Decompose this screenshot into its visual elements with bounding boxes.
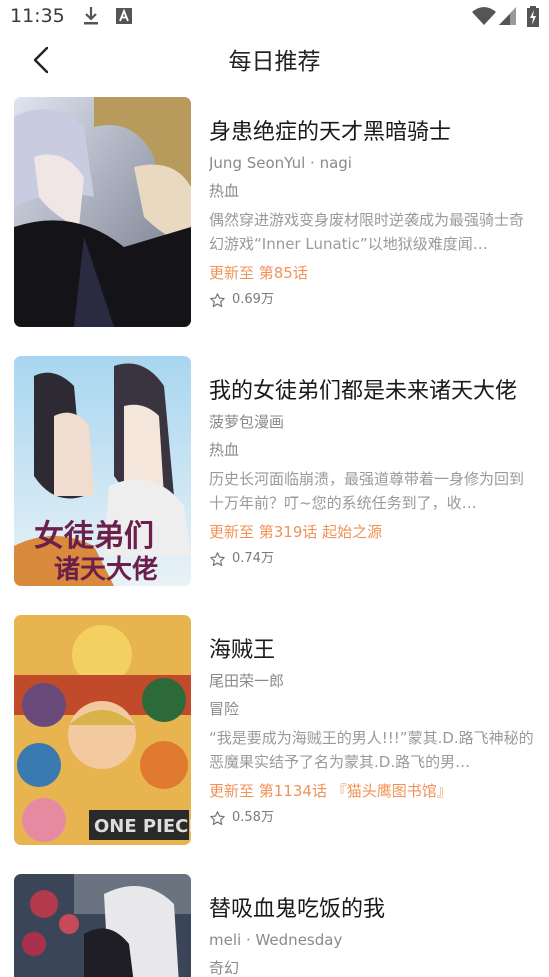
item-genre: 热血 (209, 182, 240, 200)
list-item[interactable]: 替吸血鬼吃饭的我 meli · Wednesday 奇幻 (0, 874, 549, 977)
favorites-count: 0.69万 (232, 292, 274, 307)
favorites-count: 0.58万 (232, 810, 274, 825)
item-title: 身患绝症的天才黑暗骑士 (209, 120, 452, 145)
cover-image: 女徒弟们 诸天大佬 (14, 356, 191, 586)
svg-text:ONE PIECE: ONE PIECE (94, 816, 191, 837)
item-author: Jung SeonYul · nagi (209, 154, 352, 172)
item-favorites: 0.74万 (209, 549, 535, 569)
item-author: 菠萝包漫画 (209, 413, 285, 431)
item-author: 尾田荣一郎 (209, 672, 285, 690)
status-time: 11:35 (10, 5, 65, 27)
battery-charging-icon (527, 6, 539, 27)
status-bar: 11:35 (0, 0, 549, 34)
wifi-icon (472, 7, 496, 25)
cover-image (14, 97, 191, 327)
star-icon (210, 292, 225, 307)
item-update: 更新至 第85话 (209, 264, 308, 282)
svg-text:女徒弟们: 女徒弟们 (34, 519, 154, 554)
item-title: 我的女徒弟们都是未来诸天大佬 (209, 379, 518, 404)
list-item[interactable]: 身患绝症的天才黑暗骑士 Jung SeonYul · nagi 热血 偶然穿进游… (0, 97, 549, 329)
download-icon (84, 7, 98, 25)
item-favorites: 0.58万 (209, 808, 535, 828)
item-genre: 奇幻 (209, 959, 240, 977)
page-title: 每日推荐 (228, 49, 321, 75)
item-description: 偶然穿进游戏变身废材限时逆袭成为最强骑士奇幻游戏“Inner Lunatic”以… (209, 211, 525, 253)
item-title: 海贼王 (209, 638, 276, 663)
item-description: 历史长河面临崩溃，最强道尊带着一身修为回到十万年前？叮~您的系统任务到了，收… (209, 470, 525, 512)
item-info: 替吸血鬼吃饭的我 meli · Wednesday 奇幻 (209, 894, 535, 977)
top-bar: 每日推荐 (0, 34, 549, 84)
svg-text:诸天大佬: 诸天大佬 (54, 555, 158, 585)
list-item[interactable]: 女徒弟们 诸天大佬 我的女徒弟们都是未来诸天大佬 菠萝包漫画 热血 历史长河面临… (0, 356, 549, 588)
item-info: 海贼王 尾田荣一郎 冒险 “我是要成为海贼王的男人!!!”蒙其.D.路飞神秘的恶… (209, 635, 535, 828)
item-author: meli · Wednesday (209, 931, 343, 949)
item-title: 替吸血鬼吃饭的我 (209, 897, 386, 922)
item-genre: 热血 (209, 441, 240, 459)
font-a-icon (116, 8, 132, 24)
item-update: 更新至 第1134话 『猫头鹰图书馆』 (209, 782, 452, 800)
item-description: “我是要成为海贼王的男人!!!”蒙其.D.路飞神秘的恶魔果实结予了名为蒙其.D.… (209, 729, 534, 771)
item-info: 身患绝症的天才黑暗骑士 Jung SeonYul · nagi 热血 偶然穿进游… (209, 117, 535, 310)
item-genre: 冒险 (209, 700, 240, 718)
cover-image: ONE PIECE (14, 615, 191, 845)
cover-image (14, 874, 191, 977)
item-update: 更新至 第319话 起始之源 (209, 523, 383, 541)
item-info: 我的女徒弟们都是未来诸天大佬 菠萝包漫画 热血 历史长河面临崩溃，最强道尊带着一… (209, 376, 535, 569)
favorites-count: 0.74万 (232, 551, 274, 566)
cell-signal-icon (499, 7, 516, 25)
star-icon (210, 810, 225, 825)
star-icon (210, 551, 225, 566)
list-item[interactable]: ONE PIECE 海贼王 尾田荣一郎 冒险 “我是要成为海贼王的男人!!!”蒙… (0, 615, 549, 847)
item-favorites: 0.69万 (209, 290, 535, 310)
